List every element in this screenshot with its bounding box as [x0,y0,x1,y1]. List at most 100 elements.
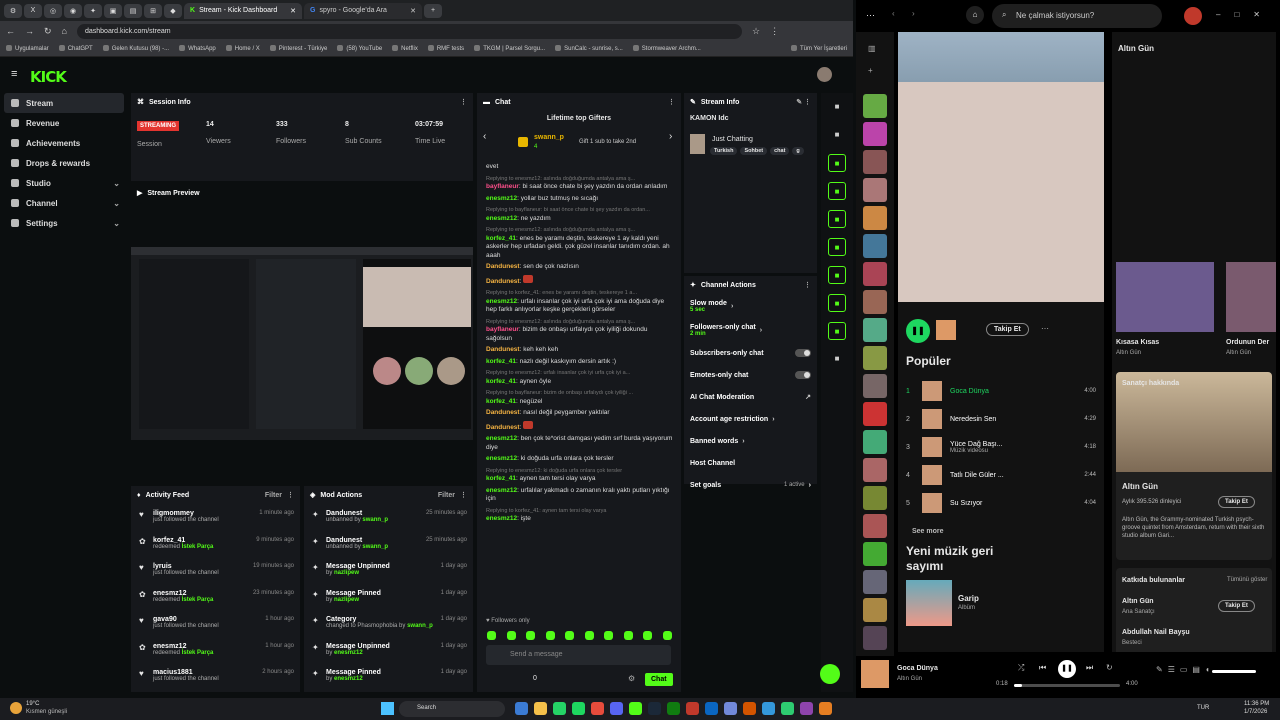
now-playing-artist[interactable]: Altın Gün [897,676,922,682]
bookmark-item[interactable]: Gelen Kutusu (98) -... [103,45,169,52]
taskbar-app-icon[interactable] [534,702,547,715]
library-item[interactable] [863,542,887,566]
sidebar-item-settings[interactable]: Settings ⌄ [0,213,128,233]
emote-icon[interactable] [487,631,496,640]
chat-message[interactable]: Dandunest: [486,274,678,287]
action-followers-only-chat[interactable]: Followers-only chat 2 min › [684,318,817,342]
taskbar-app-icon[interactable] [591,702,604,715]
back-icon[interactable]: ‹ [892,9,895,18]
emote-icon[interactable] [623,631,633,640]
library-item[interactable] [863,234,887,258]
pinned-tab[interactable]: ✦ [84,3,102,18]
clock-date[interactable]: 1/7/2026 [1244,709,1267,715]
taskbar-app-icon[interactable] [800,702,813,715]
chat-message[interactable]: Dandunest: nasıl değil peygamber yaktıla… [486,409,678,418]
taskbar-app-icon[interactable] [762,702,775,715]
expand-icon[interactable]: ■ [828,154,846,172]
taskbar-search[interactable]: Search [399,701,505,717]
list-item[interactable]: ✦ Message Unpinned by enesmz12 1 day ago [304,637,473,664]
list-item[interactable]: ✿ enesmz12 redeemed İstek Parça 23 minutes … [131,584,300,611]
album-title[interactable]: Kısasa Kısas [1116,339,1159,346]
play-button[interactable]: ❚❚ [906,319,930,343]
album-title[interactable]: Ordunun Der [1226,339,1269,346]
taskbar-app-icon[interactable] [629,702,642,715]
emote-icon[interactable] [526,631,536,640]
chat-username[interactable]: enesmz12 [486,195,517,202]
taskbar-app-icon[interactable] [610,702,623,715]
tag[interactable]: chat [770,147,790,155]
chat-message[interactable]: Replying to enesmz12: ki doğuda urfa onl… [486,467,678,484]
chat-input[interactable]: Send a message [486,645,671,665]
shuffle-icon[interactable]: ⤮ [1018,663,1024,673]
list-item[interactable]: ♥ lyruis just followed the channel 19 minut… [131,557,300,584]
clip-icon[interactable]: ■ [828,210,846,228]
taskbar-app-icon[interactable] [819,702,832,715]
sidebar-item-studio[interactable]: Studio ⌄ [0,173,128,193]
more-icon[interactable]: ⋮ [287,491,294,499]
action-slow-mode[interactable]: Slow mode 5 sec › [684,294,817,318]
list-item[interactable]: ✿ enesmz12 redeemed İstek Parça 1 hour ago [131,637,300,664]
show-all-link[interactable]: Tümünü göster [1227,577,1267,583]
follow-button[interactable]: Takip Et [1218,600,1255,612]
pinned-tab[interactable]: ◎ [44,3,62,18]
mute-icon[interactable]: ✕ [290,7,296,15]
library-item[interactable] [863,570,887,594]
library-item[interactable] [863,178,887,202]
pinned-tab[interactable]: ▣ [104,3,122,18]
album-card[interactable] [1116,262,1214,332]
pinned-tab[interactable]: ◆ [164,3,182,18]
start-icon[interactable] [381,702,394,715]
action-subscribers-only-chat[interactable]: Subscribers-only chat [684,342,817,364]
library-icon[interactable]: ▥ [868,44,876,53]
home-icon[interactable]: ⌂ [62,26,67,36]
action-emotes-only-chat[interactable]: Emotes-only chat [684,364,817,386]
list-item[interactable]: ♥ iligmommey just followed the channel 1 mi… [131,504,300,531]
search-input[interactable]: Ne çalmak istiyorsun? [992,4,1162,28]
list-item[interactable]: ✦ Dandunest unbanned by swann_p 25 minutes … [304,531,473,558]
taskbar-app-icon[interactable] [648,702,661,715]
tag[interactable]: Sohbet [740,147,768,155]
library-item[interactable] [863,458,887,482]
album-card[interactable] [1226,262,1276,332]
bookmark-item[interactable]: SunCalc - sunrise, s... [555,45,623,52]
follow-button[interactable]: Takip Et [1218,496,1255,508]
emote-icon[interactable] [506,631,516,640]
chat-username[interactable]: enesmz12 [486,435,517,442]
new-album-title[interactable]: Garip [958,594,979,603]
chat-username[interactable]: korfez_41 [486,235,516,242]
action-set-goals[interactable]: Set goals 1 active › [684,474,817,496]
bookmark-item[interactable]: WhatsApp [179,45,216,52]
next-icon[interactable]: ⏭ [1086,663,1093,673]
close-icon[interactable]: ✕ [410,7,416,15]
previous-icon[interactable]: ⏮ [1039,663,1046,673]
edit-icon[interactable]: ✎ ⋮ [796,98,811,106]
track-row[interactable]: 2 Neredesin Sen 4:29 [906,405,1096,433]
progress-track[interactable] [1014,684,1120,687]
tag[interactable]: g [792,147,804,155]
menu-icon[interactable]: ⋮ [770,26,779,37]
settings-icon[interactable]: ⚙ [628,674,635,683]
library-item[interactable] [863,206,887,230]
list-item[interactable]: ✦ Message Unpinned by nazlipew 1 day ago [304,557,473,584]
library-item[interactable] [863,402,887,426]
chat-username[interactable]: enesmz12 [486,215,517,222]
chat-username[interactable]: bayflaneur [486,326,519,333]
chat-message[interactable]: Replying to korfez_41: enes be yaramı de… [486,289,678,315]
chat-username[interactable]: enesmz12 [486,298,517,305]
back-icon[interactable]: ← [6,26,15,36]
track-row[interactable]: 1 Goca Dünya 4:00 [906,377,1096,405]
list-item[interactable]: ✦ Message Pinned by enesmz12 1 day ago [304,663,473,690]
chat-message[interactable]: Replying to korfez_41: aynen tam tersi o… [486,507,678,524]
chat-message[interactable]: enesmz12: urfalılar yakmadı o zamanın kr… [486,487,678,504]
chat-message[interactable]: enesmz12: ki doğuda urfa onlara çok ters… [486,455,678,464]
taskbar-app-icon[interactable] [743,702,756,715]
new-album-cover[interactable] [906,580,952,626]
chat-username[interactable]: Dandunest [486,263,520,270]
bookmark-item[interactable]: Home / X [226,45,260,52]
action-banned-words[interactable]: Banned words › [684,430,817,452]
action-account-age-restriction[interactable]: Account age restriction › [684,408,817,430]
pinned-tab[interactable]: ◉ [64,3,82,18]
filter-button[interactable]: Filter [265,492,282,499]
bookmark-item[interactable]: (58) YouTube [337,45,382,52]
clock-time[interactable]: 11:36 PM [1244,701,1269,707]
